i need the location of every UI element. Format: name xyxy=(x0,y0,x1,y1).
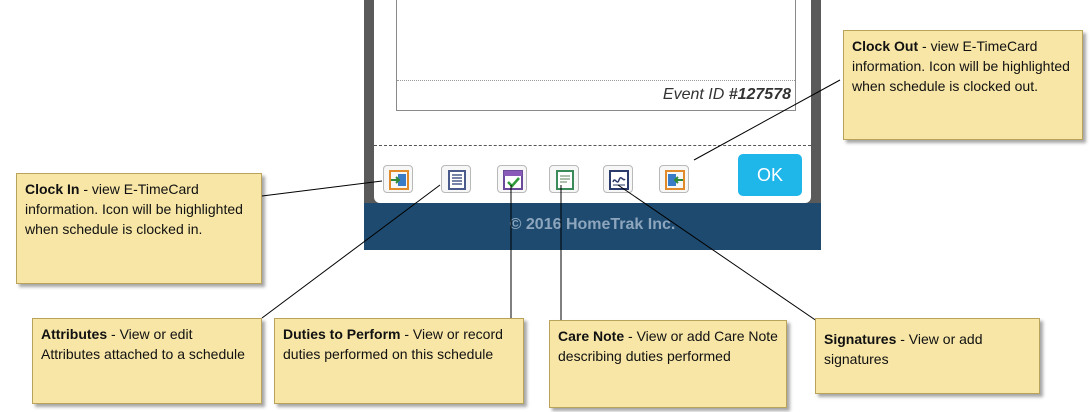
callout-attributes: Attributes - View or edit Attributes att… xyxy=(32,318,262,404)
callout-care-note: Care Note - View or add Care Note descri… xyxy=(549,320,787,408)
callout-duties: Duties to Perform - View or record dutie… xyxy=(274,318,524,404)
callout-clock-out-title: Clock Out xyxy=(852,38,919,54)
clock-in-connector xyxy=(261,180,383,197)
callout-clock-in-title: Clock In xyxy=(25,181,80,197)
clock-out-connector xyxy=(693,79,841,161)
callout-signatures-title: Signatures xyxy=(824,331,897,347)
signatures-connector xyxy=(617,184,831,331)
callout-duties-title: Duties to Perform xyxy=(283,326,401,342)
callout-attributes-title: Attributes xyxy=(41,326,108,342)
callout-care-note-title: Care Note xyxy=(558,328,625,344)
callout-clock-in: Clock In - view E-TimeCard information. … xyxy=(16,173,262,284)
callout-clock-out: Clock Out - view E-TimeCard information.… xyxy=(843,30,1083,140)
callout-signatures: Signatures - View or add signatures xyxy=(815,318,1040,394)
attributes-connector xyxy=(261,184,441,319)
